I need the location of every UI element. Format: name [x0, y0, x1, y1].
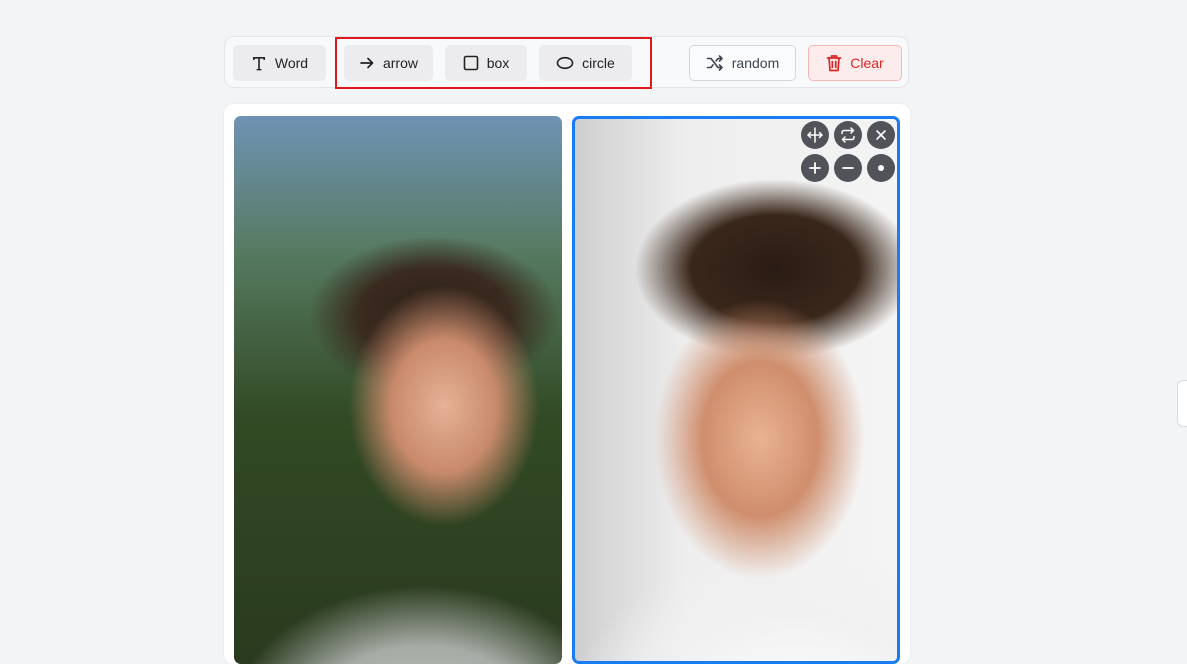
reset-dot-icon[interactable]: [867, 154, 895, 182]
portrait-photo-right-selected[interactable]: [572, 116, 900, 664]
circle-button[interactable]: circle: [539, 45, 632, 81]
random-button[interactable]: random: [689, 45, 796, 81]
toolbar: Word arrow box circle random Clear: [224, 36, 909, 89]
zoom-out-icon[interactable]: [834, 154, 862, 182]
text-t-icon: [251, 55, 267, 71]
side-panel-handle[interactable]: [1177, 380, 1187, 427]
arrow-button[interactable]: arrow: [344, 45, 433, 81]
square-icon: [463, 55, 479, 71]
box-label: box: [486, 55, 510, 71]
ellipse-icon: [556, 56, 574, 70]
move-icon[interactable]: [801, 121, 829, 149]
shuffle-icon: [706, 55, 724, 71]
close-icon[interactable]: [867, 121, 895, 149]
portrait-photo-left[interactable]: [234, 116, 562, 664]
clear-button[interactable]: Clear: [808, 45, 902, 81]
clear-label: Clear: [850, 55, 884, 71]
word-button[interactable]: Word: [233, 45, 326, 81]
arrow-right-icon: [359, 55, 375, 71]
zoom-in-icon[interactable]: [801, 154, 829, 182]
trash-icon: [826, 54, 842, 72]
image-canvas: [224, 104, 910, 664]
random-label: random: [731, 55, 780, 71]
arrow-label: arrow: [382, 55, 418, 71]
swap-icon[interactable]: [834, 121, 862, 149]
box-button[interactable]: box: [445, 45, 527, 81]
word-label: Word: [274, 55, 309, 71]
circle-label: circle: [582, 55, 615, 71]
